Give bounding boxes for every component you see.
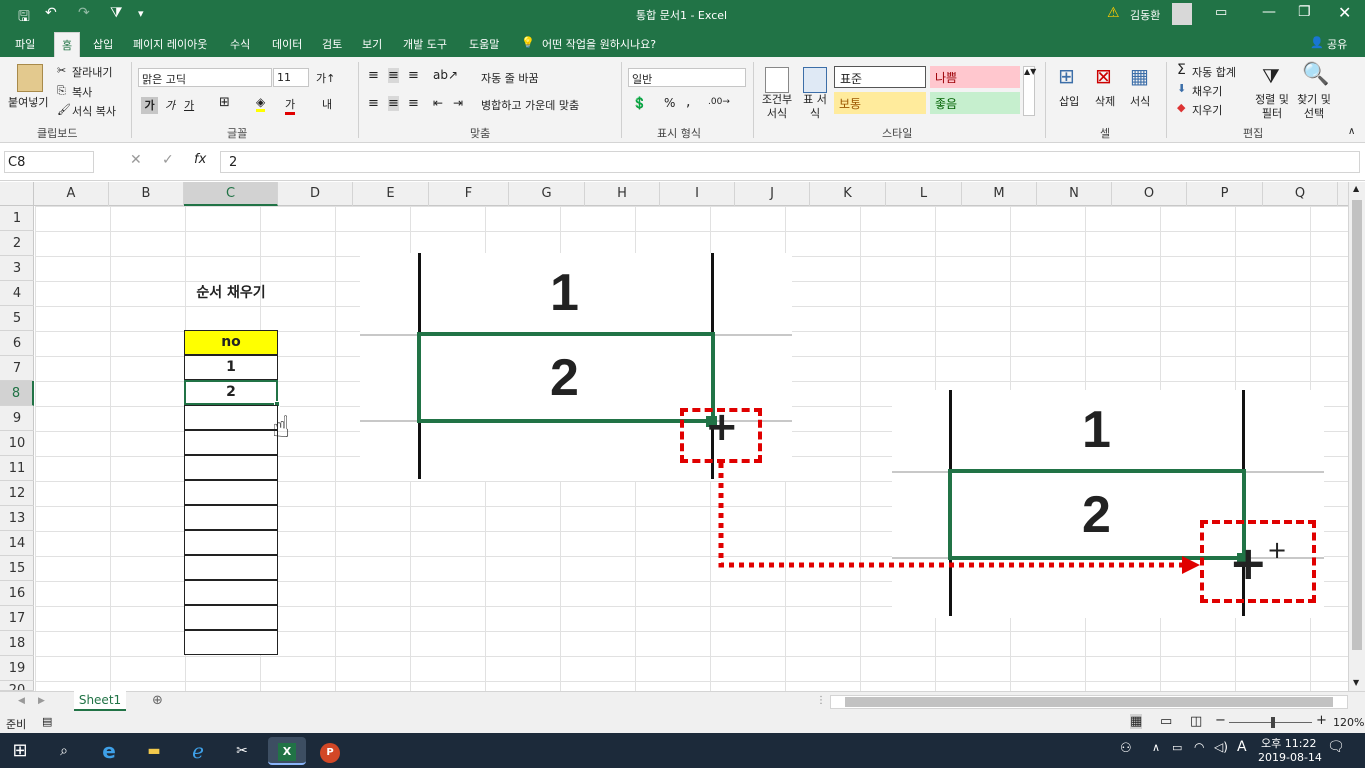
prev-sheet-icon[interactable]: ◀ bbox=[18, 696, 25, 706]
ime-indicator[interactable]: A bbox=[1237, 739, 1247, 755]
tray-expand-icon[interactable]: ∧ bbox=[1152, 741, 1160, 754]
arrow-connector bbox=[718, 463, 1200, 574]
battery-icon[interactable]: ▭ bbox=[1172, 741, 1182, 754]
normal-view-icon[interactable]: ▦ bbox=[1130, 714, 1143, 729]
taskbar: ⊞ ⌕ e ▬ ℯ ✂ X P ⚇ ∧ ▭ ◠ ◁) A 오후 11:22 20… bbox=[0, 733, 1365, 768]
status-ready: 준비 bbox=[6, 718, 27, 731]
sheet-tab-active[interactable]: Sheet1 bbox=[74, 691, 126, 711]
snipping-tool-icon[interactable]: ✂ bbox=[228, 737, 256, 765]
sheet-tab-bar: ◀ ▶ Sheet1 ⊕ ⋮ bbox=[0, 691, 1365, 713]
search-icon[interactable]: ⌕ bbox=[50, 737, 78, 765]
page-layout-view-icon[interactable]: ▭ bbox=[1160, 714, 1172, 729]
edge-icon[interactable]: e bbox=[95, 737, 123, 765]
zoom-slider[interactable] bbox=[1229, 717, 1312, 728]
volume-icon[interactable]: ◁) bbox=[1214, 740, 1228, 754]
horizontal-scrollbar[interactable] bbox=[830, 695, 1348, 709]
clock-time[interactable]: 오후 11:22 bbox=[1261, 735, 1316, 751]
clock-date[interactable]: 2019-08-14 bbox=[1258, 751, 1322, 764]
page-break-view-icon[interactable]: ◫ bbox=[1190, 714, 1202, 729]
macro-record-icon[interactable]: ▤ bbox=[42, 715, 52, 728]
scroll-down-icon[interactable]: ▼ bbox=[1353, 678, 1359, 687]
zoom-in-icon[interactable]: + bbox=[1316, 713, 1327, 728]
vertical-scrollbar[interactable]: ▲ ▼ bbox=[1348, 182, 1365, 691]
windows-start-icon[interactable]: ⊞ bbox=[6, 737, 34, 765]
add-sheet-icon[interactable]: ⊕ bbox=[152, 693, 163, 708]
powerpoint-taskbar-icon[interactable]: P bbox=[316, 737, 344, 765]
split-handle-icon[interactable]: ⋮ bbox=[816, 695, 826, 706]
h-scroll-thumb[interactable] bbox=[845, 697, 1333, 707]
wifi-icon[interactable]: ◠ bbox=[1194, 740, 1204, 754]
scroll-up-icon[interactable]: ▲ bbox=[1353, 184, 1359, 193]
zoom-level[interactable]: 120% bbox=[1333, 716, 1364, 729]
people-icon[interactable]: ⚇ bbox=[1120, 741, 1132, 756]
excel-taskbar-icon[interactable]: X bbox=[268, 737, 306, 765]
zoom-slider-thumb[interactable] bbox=[1271, 717, 1275, 728]
scroll-thumb[interactable] bbox=[1352, 200, 1362, 650]
notification-icon[interactable]: 🗨 bbox=[1327, 739, 1345, 755]
internet-explorer-icon[interactable]: ℯ bbox=[184, 737, 212, 765]
next-sheet-icon[interactable]: ▶ bbox=[38, 696, 45, 706]
file-explorer-icon[interactable]: ▬ bbox=[140, 737, 168, 765]
zoom-out-icon[interactable]: − bbox=[1215, 713, 1226, 728]
status-bar: 준비 ▤ ▦ ▭ ◫ − + 120% bbox=[0, 713, 1365, 733]
